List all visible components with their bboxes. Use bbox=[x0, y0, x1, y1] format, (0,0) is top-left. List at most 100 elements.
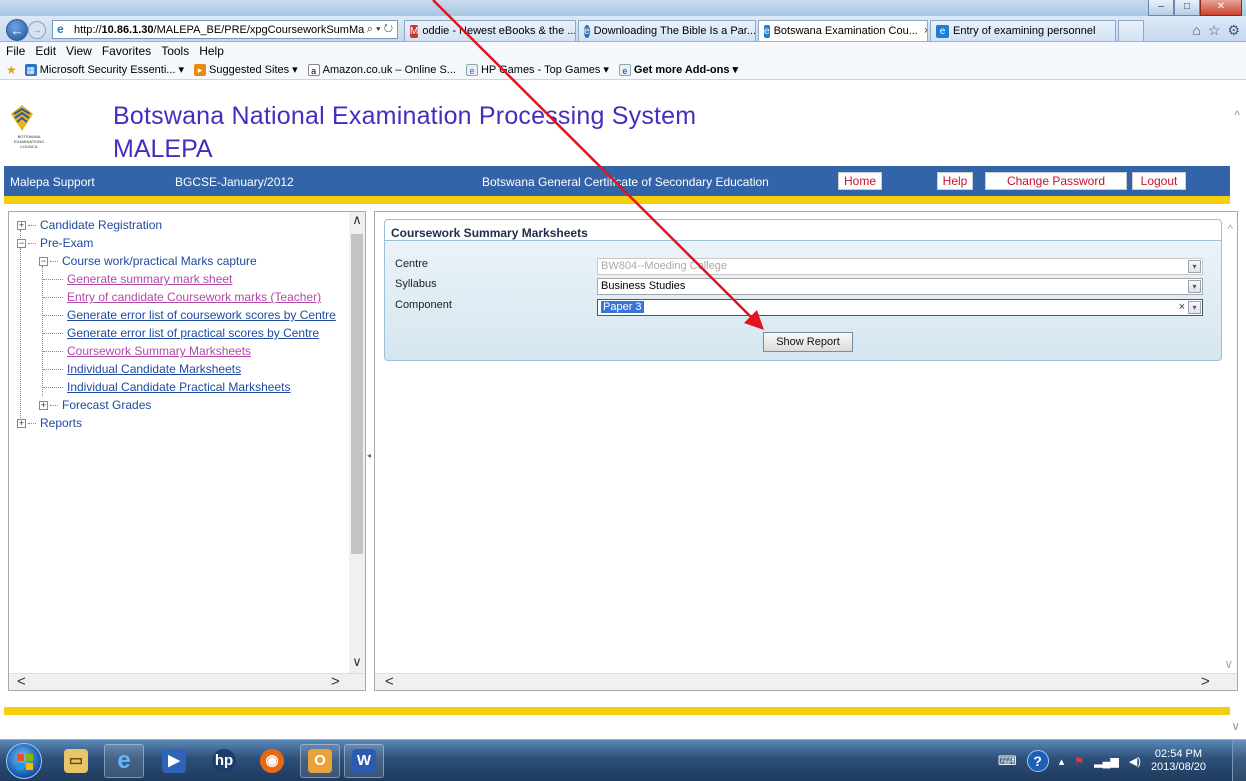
close-window-button[interactable]: ✕ bbox=[1200, 0, 1242, 16]
content-horizontal-scrollbar[interactable]: < > bbox=[375, 673, 1237, 690]
help-question-icon[interactable]: ? bbox=[1026, 750, 1049, 772]
menu-edit[interactable]: Edit bbox=[35, 44, 56, 58]
panel-splitter-handle[interactable]: ◂ bbox=[367, 451, 371, 460]
start-button[interactable] bbox=[6, 743, 42, 779]
back-button[interactable]: ← bbox=[6, 19, 28, 41]
taskbar-explorer[interactable]: ▭ bbox=[56, 744, 96, 778]
tree-link-entry-coursework-marks[interactable]: Entry of candidate Coursework marks (Tea… bbox=[43, 290, 321, 304]
address-actions[interactable]: ⌕ ▾ ↻ bbox=[367, 23, 393, 36]
address-bar[interactable]: e http://10.86.1.30/MALEPA_BE/PRE/xpgCou… bbox=[52, 20, 398, 39]
syllabus-select[interactable]: Business Studies ▾ bbox=[597, 278, 1203, 295]
show-report-button[interactable]: Show Report bbox=[763, 332, 853, 352]
home-icon[interactable]: ⌂ bbox=[1192, 22, 1200, 39]
minimize-button[interactable]: – bbox=[1148, 0, 1174, 16]
logout-button[interactable]: Logout bbox=[1132, 172, 1186, 190]
scroll-up-arrow-icon[interactable]: ^ bbox=[1227, 222, 1233, 236]
show-hidden-icons-icon[interactable]: ▴ bbox=[1059, 755, 1065, 768]
tree-item-candidate-registration[interactable]: + Candidate Registration bbox=[17, 218, 162, 232]
favorites-star-icon[interactable]: ★ bbox=[6, 63, 17, 77]
ie-icon: e bbox=[117, 747, 131, 774]
tree-link-label[interactable]: Individual Candidate Marksheets bbox=[67, 362, 241, 376]
clock-time: 02:54 PM bbox=[1154, 748, 1203, 760]
keyboard-icon[interactable]: ⌨ bbox=[998, 753, 1017, 769]
collapse-icon[interactable]: − bbox=[39, 256, 48, 266]
menu-help[interactable]: Help bbox=[199, 44, 224, 58]
chevron-down-icon[interactable]: ▾ bbox=[1188, 280, 1201, 293]
tree-link-label[interactable]: Generate error list of practical scores … bbox=[67, 326, 319, 340]
taskbar-hp-app[interactable]: hp bbox=[204, 744, 244, 778]
help-button[interactable]: Help bbox=[937, 172, 973, 190]
fav-hp-games[interactable]: e HP Games - Top Games ▾ bbox=[465, 63, 609, 76]
scroll-left-arrow-icon[interactable]: < bbox=[385, 674, 394, 690]
tree-link-error-list-practical[interactable]: Generate error list of practical scores … bbox=[43, 326, 319, 340]
taskbar-firefox-like[interactable]: ◉ bbox=[252, 744, 292, 778]
scroll-right-arrow-icon[interactable]: > bbox=[331, 674, 340, 690]
tree-link-coursework-summary-marksheets[interactable]: Coursework Summary Marksheets bbox=[43, 344, 251, 358]
maximize-button[interactable]: □ bbox=[1174, 0, 1200, 16]
tree-horizontal-scrollbar[interactable]: < > bbox=[9, 673, 365, 690]
windows-flag-icon: ▦ bbox=[24, 63, 37, 76]
home-button[interactable]: Home bbox=[838, 172, 882, 190]
tree-line bbox=[20, 248, 21, 426]
fav-amazon[interactable]: a Amazon.co.uk – Online S... bbox=[307, 63, 456, 76]
outlook-icon: O bbox=[308, 749, 332, 773]
tree-link-label[interactable]: Generate error list of coursework scores… bbox=[67, 308, 336, 322]
tree-link-label[interactable]: Individual Candidate Practical Marksheet… bbox=[67, 380, 290, 394]
show-desktop-button[interactable] bbox=[1232, 740, 1246, 781]
menu-view[interactable]: View bbox=[66, 44, 92, 58]
taskbar-internet-explorer[interactable]: e bbox=[104, 744, 144, 778]
menu-file[interactable]: File bbox=[6, 44, 25, 58]
expand-icon[interactable]: + bbox=[17, 418, 26, 428]
collapse-icon[interactable]: − bbox=[17, 238, 26, 248]
scroll-down-arrow-icon[interactable]: ∨ bbox=[1224, 657, 1233, 671]
page-scroll-down-icon[interactable]: ∨ bbox=[1231, 719, 1240, 733]
tree-vertical-scrollbar[interactable]: ∧ ∨ bbox=[349, 212, 365, 674]
forward-button[interactable]: → bbox=[28, 21, 46, 39]
tree-link-individual-practical-marksheets[interactable]: Individual Candidate Practical Marksheet… bbox=[43, 380, 290, 394]
scroll-up-arrow-icon[interactable]: ∧ bbox=[349, 212, 365, 228]
tab-bible[interactable]: e Downloading The Bible Is a Par... bbox=[578, 20, 756, 41]
tab-close-icon[interactable]: × bbox=[918, 25, 927, 37]
scroll-left-arrow-icon[interactable]: < bbox=[17, 674, 26, 690]
taskbar-outlook[interactable]: O bbox=[300, 744, 340, 778]
volume-icon[interactable]: ◀) bbox=[1129, 755, 1141, 768]
tree-item-coursework-capture[interactable]: − Course work/practical Marks capture bbox=[39, 254, 257, 268]
chevron-down-icon[interactable]: ▾ bbox=[1188, 301, 1201, 314]
expand-icon[interactable]: + bbox=[17, 220, 26, 230]
component-select[interactable]: Paper 3 × ▾ bbox=[597, 299, 1203, 316]
fav-get-more-addons[interactable]: e Get more Add-ons ▾ bbox=[618, 63, 738, 76]
favorites-star-icon[interactable]: ☆ bbox=[1208, 22, 1221, 39]
scroll-down-arrow-icon[interactable]: ∨ bbox=[349, 654, 365, 670]
fav-security-essentials[interactable]: ▦ Microsoft Security Essenti... ▾ bbox=[24, 63, 184, 76]
page-scroll-up-icon[interactable]: ^ bbox=[1234, 108, 1240, 122]
action-center-flag-icon[interactable]: ⚑ bbox=[1074, 755, 1084, 768]
tree-link-label[interactable]: Generate summary mark sheet bbox=[67, 272, 232, 286]
tree-link-label[interactable]: Coursework Summary Marksheets bbox=[67, 344, 251, 358]
network-signal-icon[interactable]: ▂▄▆ bbox=[1094, 755, 1119, 768]
taskbar-word[interactable]: W bbox=[344, 744, 384, 778]
clear-icon[interactable]: × bbox=[1179, 300, 1185, 315]
tab-oddie[interactable]: M oddie - Newest eBooks & the ... bbox=[404, 20, 576, 41]
new-tab-button[interactable] bbox=[1118, 20, 1144, 41]
scrollbar-thumb[interactable] bbox=[351, 234, 363, 554]
menu-favorites[interactable]: Favorites bbox=[102, 44, 151, 58]
tree-link-generate-summary-mark-sheet[interactable]: Generate summary mark sheet bbox=[43, 272, 232, 286]
gear-icon[interactable]: ⚙ bbox=[1227, 22, 1240, 39]
tab-botswana-examination[interactable]: e Botswana Examination Cou... × bbox=[758, 20, 928, 41]
tree-link-label[interactable]: Entry of candidate Coursework marks (Tea… bbox=[67, 290, 321, 304]
tree-link-error-list-coursework[interactable]: Generate error list of coursework scores… bbox=[43, 308, 336, 322]
menu-tools[interactable]: Tools bbox=[161, 44, 189, 58]
tree-link-individual-candidate-marksheets[interactable]: Individual Candidate Marksheets bbox=[43, 362, 241, 376]
tree-item-pre-exam[interactable]: − Pre-Exam bbox=[17, 236, 93, 250]
expand-icon[interactable]: + bbox=[39, 400, 48, 410]
tab-entry-examining-personnel[interactable]: e Entry of examining personnel bbox=[930, 20, 1116, 41]
scroll-right-arrow-icon[interactable]: > bbox=[1201, 674, 1210, 690]
tree-item-reports[interactable]: + Reports bbox=[17, 416, 82, 430]
change-password-button[interactable]: Change Password bbox=[985, 172, 1127, 190]
navigation-tree-panel: + Candidate Registration − Pre-Exam − Co… bbox=[8, 211, 366, 691]
taskbar-media-player[interactable]: ▶ bbox=[154, 744, 194, 778]
tree-item-forecast-grades[interactable]: + Forecast Grades bbox=[39, 398, 151, 412]
media-player-icon: ▶ bbox=[162, 749, 186, 773]
system-clock[interactable]: 02:54 PM 2013/08/20 bbox=[1151, 748, 1206, 774]
fav-suggested-sites[interactable]: ▸ Suggested Sites ▾ bbox=[194, 63, 298, 76]
